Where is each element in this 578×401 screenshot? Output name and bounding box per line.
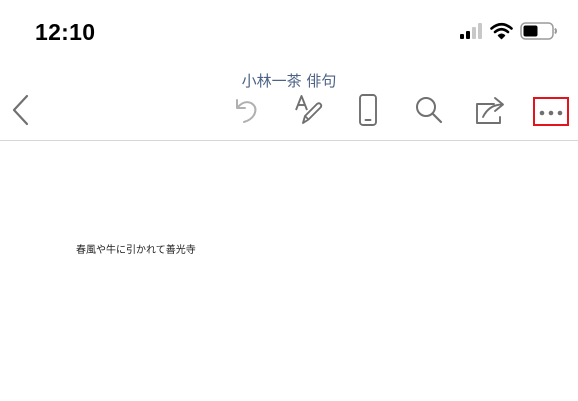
document-title: 小林一茶 俳句 — [241, 72, 337, 90]
back-icon — [11, 94, 31, 130]
wifi-icon — [490, 22, 513, 44]
format-pen-icon — [293, 94, 323, 130]
toolbar-divider — [0, 140, 578, 141]
search-button[interactable] — [411, 92, 447, 132]
share-icon — [474, 95, 506, 129]
battery-icon — [520, 21, 558, 45]
back-button[interactable] — [6, 92, 36, 132]
status-bar: 12:10 — [0, 0, 578, 60]
toolbar — [0, 92, 578, 132]
status-icons — [459, 22, 558, 44]
format-button[interactable] — [290, 92, 326, 132]
signal-icon — [459, 22, 483, 44]
search-icon — [414, 95, 444, 129]
undo-icon — [231, 95, 261, 129]
document-body-text[interactable]: 春風や牛に引かれて善光寺 — [76, 241, 196, 256]
status-time: 12:10 — [35, 19, 96, 45]
more-options-button[interactable] — [533, 97, 569, 126]
undo-button[interactable] — [228, 92, 264, 132]
more-icon — [538, 102, 564, 121]
mobile-view-icon — [357, 93, 379, 131]
share-button[interactable] — [471, 92, 509, 132]
mobile-view-button[interactable] — [352, 92, 384, 132]
